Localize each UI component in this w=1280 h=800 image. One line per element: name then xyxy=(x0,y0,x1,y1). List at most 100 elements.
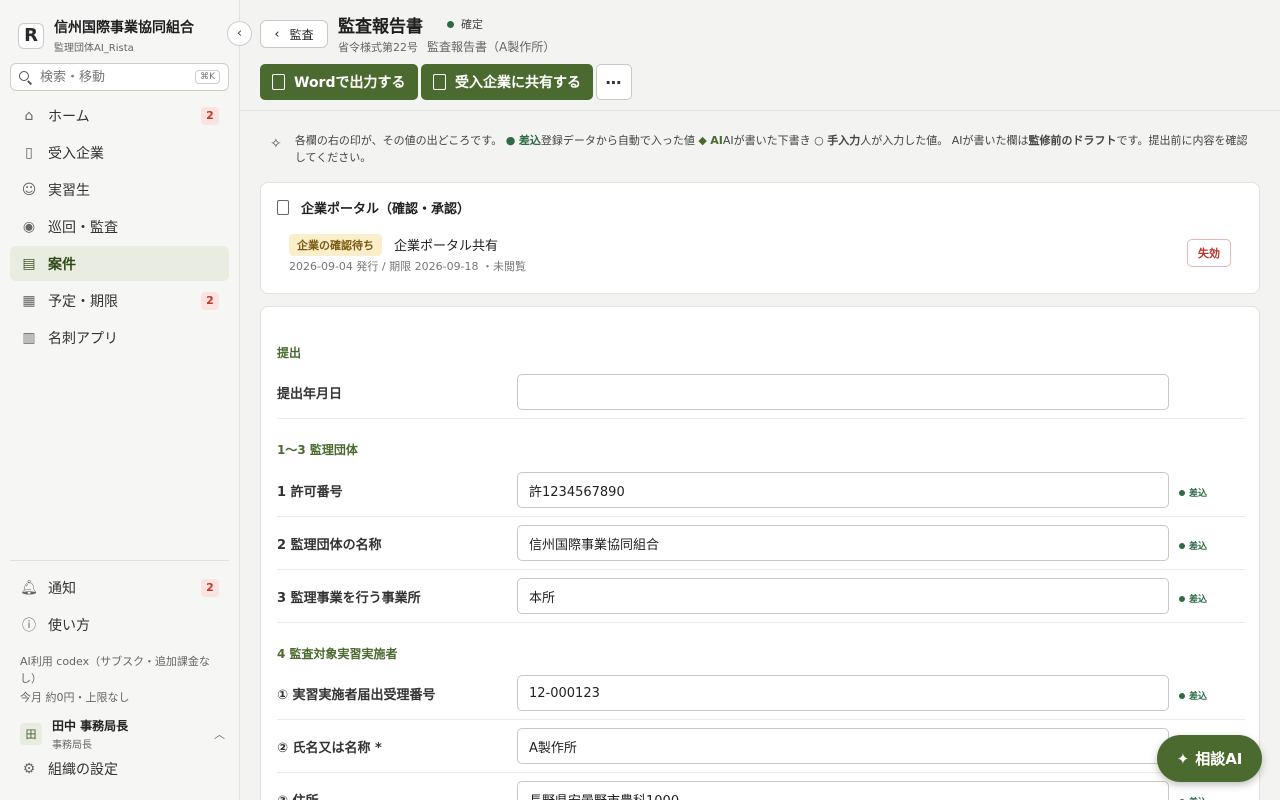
export-word-button[interactable]: Wordで出力する xyxy=(260,64,418,100)
ai-usage-text: AI利用 codex（サブスク・追加課金なし） xyxy=(20,655,210,685)
divider xyxy=(277,418,1245,419)
legend-text: 登録データから自動で入った値 xyxy=(540,134,695,147)
sidebar-item-label: 名刺アプリ xyxy=(48,330,118,347)
chevron-left-icon: ‹ xyxy=(236,26,243,41)
file-icon: ▤ xyxy=(22,255,36,272)
sidebar-item-home[interactable]: ⌂ ホーム 2 xyxy=(10,98,229,133)
collapse-sidebar-button[interactable]: ‹ xyxy=(227,21,252,46)
divider xyxy=(277,772,1245,773)
company-portal-card: 企業ポータル（確認・承認） 企業の確認待ち 企業ポータル共有 2026-09-0… xyxy=(260,182,1260,294)
sidebar-item-trainees[interactable]: ☺ 実習生 xyxy=(10,172,229,207)
share-company-button[interactable]: 受入企業に共有する xyxy=(421,64,593,100)
sidebar-item-org-settings[interactable]: ⚙︎ 組織の設定 xyxy=(10,751,229,786)
sidebar-item-label: ホーム xyxy=(48,108,90,125)
users-icon: ☺ xyxy=(21,181,37,198)
count-badge: 2 xyxy=(201,291,219,310)
back-label: 監査 xyxy=(289,27,314,42)
user-name: 田中 事務局長 xyxy=(52,719,129,733)
user-menu[interactable]: 田 田中 事務局長 事務局長 ︿ xyxy=(20,717,225,751)
address-field[interactable] xyxy=(517,781,1169,800)
book-icon: ▥ xyxy=(22,329,36,346)
divider xyxy=(277,622,1245,623)
section-heading: 提出 xyxy=(277,346,302,360)
help-icon: ⓘ xyxy=(22,617,36,634)
source-legend: ✧ 各欄の右の印が、その値の出どころです。 ● 差込登録データから自動で入った値… xyxy=(270,132,1250,166)
count-badge: 2 xyxy=(201,578,219,597)
legend-tag-ai: AI xyxy=(710,134,723,147)
more-options-button[interactable]: ⋯ xyxy=(596,64,632,100)
brand-logo: R xyxy=(18,22,44,49)
org-name-field[interactable] xyxy=(517,525,1169,561)
legend-tag-merge: 差込 xyxy=(518,134,541,147)
legend-text: AIが書いた下書き ○ xyxy=(722,134,824,147)
submit-date-field[interactable] xyxy=(517,374,1169,410)
brand-sub: 監理団体AI_Rista xyxy=(54,43,134,54)
form-number: 省令様式第22号 xyxy=(338,41,418,54)
permit-number-field[interactable] xyxy=(517,472,1169,508)
sparkle-icon: ✦ xyxy=(1176,749,1190,768)
building-icon: ▯ xyxy=(25,144,33,161)
export-word-label: Wordで出力する xyxy=(294,75,406,91)
bell-icon: 🔔︎ xyxy=(20,579,38,596)
chevron-up-icon: ︿ xyxy=(214,728,225,741)
revoke-button[interactable]: 失効 xyxy=(1187,239,1231,267)
calendar-icon: ▦ xyxy=(22,292,36,309)
sidebar-item-help[interactable]: ⓘ 使い方 xyxy=(10,607,229,642)
ai-cost-text: 今月 約0円・上限なし xyxy=(20,691,130,704)
back-button[interactable]: ‹ 監査 xyxy=(260,20,328,48)
source-tag: 差込 xyxy=(1179,689,1207,702)
home-icon: ⌂ xyxy=(24,107,34,124)
field-label: ③ 住所 xyxy=(277,790,319,800)
source-legend-text: 各欄の右の印が、その値の出どころです。 ● 差込登録データから自動で入った値 ◆… xyxy=(295,132,1250,166)
word-file-icon xyxy=(272,74,285,90)
more-icon: ⋯ xyxy=(605,72,623,92)
divider xyxy=(277,719,1245,720)
building-icon xyxy=(433,74,446,90)
avatar: 田 xyxy=(20,723,42,745)
ai-consult-label: 相談AI xyxy=(1195,750,1243,768)
source-tag: 差込 xyxy=(1179,592,1207,605)
legend-bold: 監修前のドラフト xyxy=(1028,134,1117,147)
sidebar-item-cases[interactable]: ▤ 案件 xyxy=(10,246,229,281)
sidebar-item-label: 実習生 xyxy=(48,182,90,199)
divider xyxy=(10,560,229,561)
sidebar-nav: ⌂ ホーム 2 ▯ 受入企業 ☺ 実習生 ◉ 巡回・監査 ▤ 案件 ▦ 予定・期… xyxy=(10,98,229,357)
map-pin-icon: ◉ xyxy=(22,218,36,235)
status-label: 確定 xyxy=(461,18,483,31)
company-name-field[interactable] xyxy=(517,728,1169,764)
receipt-number-field[interactable] xyxy=(517,675,1169,711)
settings-icon: ⚙︎ xyxy=(22,760,36,777)
search-box[interactable]: ⌘K xyxy=(10,63,229,91)
sidebar-item-patrol-audit[interactable]: ◉ 巡回・監査 xyxy=(10,209,229,244)
legend-tag-manual: 手入力 xyxy=(827,134,861,147)
source-tag: 差込 xyxy=(1179,539,1207,552)
status-badge: 確定 xyxy=(447,16,483,32)
brand[interactable]: R 信州国際事業協同組合 監理団体AI_Rista xyxy=(18,17,194,54)
section-heading: 4 監査対象実習実施者 xyxy=(277,647,398,661)
ai-consult-button[interactable]: ✦ 相談AI xyxy=(1157,735,1262,782)
count-badge: 2 xyxy=(201,106,219,125)
sidebar-bottom-nav: 🔔︎ 通知 2 ⓘ 使い方 xyxy=(10,570,229,644)
legend-text: 各欄の右の印が、その値の出どころです。 xyxy=(294,134,503,147)
field-label: ② 氏名又は名称 * xyxy=(277,741,382,756)
sidebar-item-label: 巡回・監査 xyxy=(48,219,118,236)
sidebar-item-label: 組織の設定 xyxy=(48,761,118,778)
chevron-left-icon: ‹ xyxy=(274,26,280,42)
section-heading: 1〜3 監理団体 xyxy=(277,443,358,457)
dot-icon: ● xyxy=(505,134,516,147)
building-icon xyxy=(277,200,289,215)
field-label: 提出年月日 xyxy=(277,387,343,402)
sidebar-item-notifications[interactable]: 🔔︎ 通知 2 xyxy=(10,570,229,605)
status-badge: 企業の確認待ち xyxy=(289,234,382,256)
office-field[interactable] xyxy=(517,578,1169,614)
field-label: 3 監理事業を行う事業所 xyxy=(277,591,421,606)
sidebar-item-business-cards[interactable]: ▥ 名刺アプリ xyxy=(10,320,229,355)
share-company-label: 受入企業に共有する xyxy=(455,75,581,91)
page-header: ‹ 監査 監査報告書 確定 省令様式第22号 監査報告書（A製作所） Wordで… xyxy=(240,0,1280,111)
sidebar-item-schedule[interactable]: ▦ 予定・期限 2 xyxy=(10,283,229,318)
search-input[interactable] xyxy=(40,69,180,85)
page-title: 監査報告書 xyxy=(338,17,423,37)
divider xyxy=(277,569,1245,570)
sidebar-item-companies[interactable]: ▯ 受入企業 xyxy=(10,135,229,170)
sidebar: R 信州国際事業協同組合 監理団体AI_Rista ⌘K ⌂ ホーム 2 ▯ 受… xyxy=(0,0,240,800)
